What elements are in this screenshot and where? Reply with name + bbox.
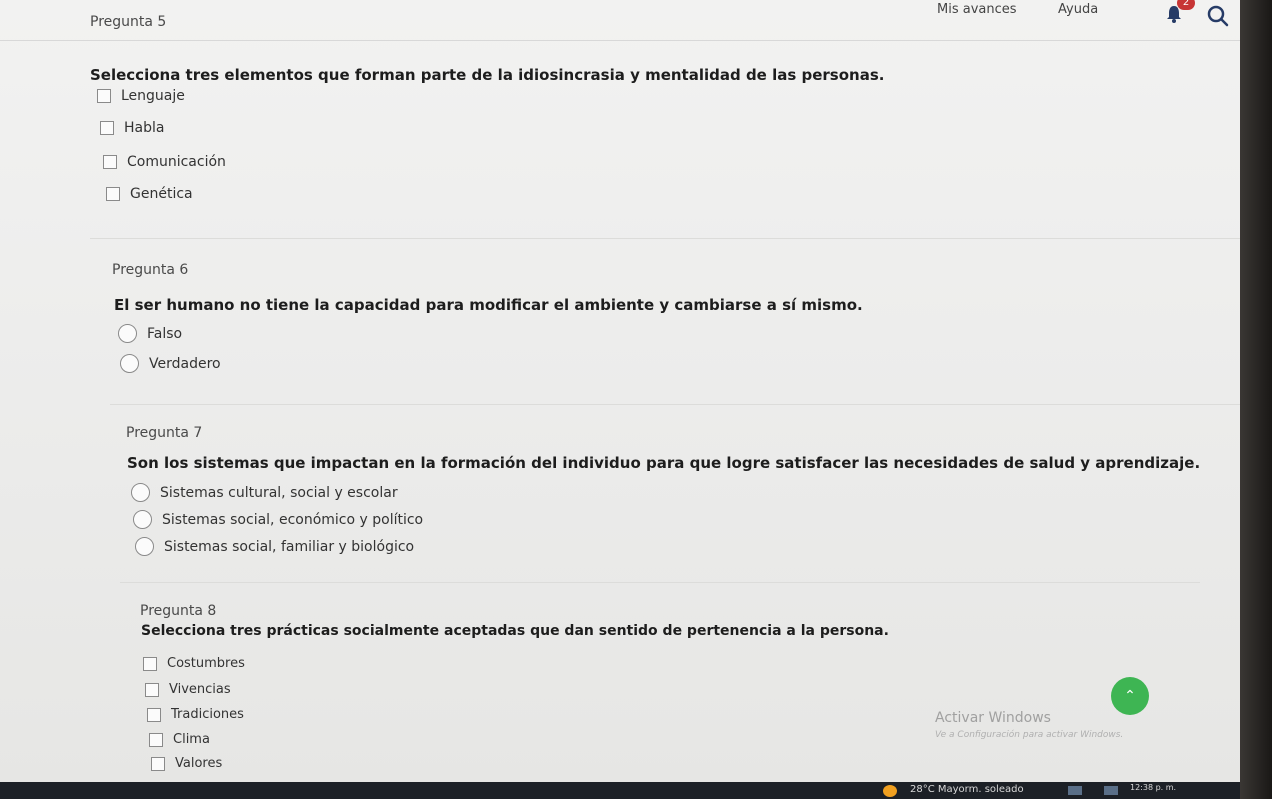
checkbox[interactable]	[143, 656, 157, 671]
question-8-option-4[interactable]: Clima	[149, 732, 210, 747]
question-5-option-2[interactable]: Habla	[100, 120, 164, 136]
option-label: Tradiciones	[171, 707, 244, 722]
checkbox[interactable]	[103, 155, 117, 169]
question-8-option-2[interactable]: Vivencias	[145, 682, 231, 697]
option-label: Clima	[173, 732, 210, 747]
option-label: Falso	[147, 325, 183, 342]
monitor-icon[interactable]	[1104, 786, 1118, 795]
question-8-number: Pregunta 8	[140, 603, 217, 619]
question-8-option-3[interactable]: Tradiciones	[147, 707, 244, 722]
divider	[90, 238, 1250, 239]
question-5-option-1[interactable]: Lenguaje	[97, 88, 185, 104]
activate-windows-title: Activar Windows	[935, 710, 1051, 726]
weather-text[interactable]: 28°C Mayorm. soleado	[910, 784, 1024, 795]
search-icon[interactable]	[1206, 4, 1230, 28]
option-label: Vivencias	[169, 682, 231, 697]
taskbar: 28°C Mayorm. soleado 12:38 p. m.	[0, 782, 1240, 799]
checkbox[interactable]	[100, 121, 114, 135]
notification-badge: 2	[1177, 0, 1195, 10]
question-7-number: Pregunta 7	[126, 425, 203, 441]
my-progress-link[interactable]: Mis avances	[937, 2, 1017, 17]
checkbox[interactable]	[147, 707, 161, 722]
question-7-option-3[interactable]: Sistemas social, familiar y biológico	[135, 537, 414, 556]
clock[interactable]: 12:38 p. m.	[1130, 783, 1176, 792]
option-label: Costumbres	[167, 656, 245, 671]
option-label: Genética	[130, 186, 193, 202]
question-7-text: Son los sistemas que impactan en la form…	[127, 454, 1201, 472]
question-6-number: Pregunta 6	[112, 262, 189, 278]
question-8-option-5[interactable]: Valores	[151, 756, 222, 771]
option-label: Verdadero	[149, 355, 221, 372]
option-label: Sistemas cultural, social y escolar	[160, 484, 398, 501]
network-icon[interactable]	[1068, 786, 1082, 795]
question-6-option-1[interactable]: Falso	[118, 324, 182, 343]
option-label: Sistemas social, económico y político	[162, 511, 424, 528]
question-5-option-3[interactable]: Comunicación	[103, 154, 226, 170]
question-8-text: Selecciona tres prácticas socialmente ac…	[141, 623, 889, 639]
radio-button[interactable]	[131, 483, 150, 502]
option-label: Sistemas social, familiar y biológico	[164, 538, 415, 555]
question-5-option-4[interactable]: Genética	[106, 186, 193, 202]
question-5-text: Selecciona tres elementos que forman par…	[90, 66, 885, 84]
radio-button[interactable]	[118, 324, 137, 343]
divider	[120, 582, 1200, 583]
sun-icon	[883, 785, 897, 797]
checkbox[interactable]	[106, 187, 120, 201]
question-7-option-2[interactable]: Sistemas social, económico y político	[133, 510, 423, 529]
question-8-option-1[interactable]: Costumbres	[143, 656, 245, 671]
help-link[interactable]: Ayuda	[1058, 2, 1098, 17]
option-label: Comunicación	[127, 154, 226, 170]
checkbox[interactable]	[97, 89, 111, 103]
scroll-to-top-button[interactable]: ⌃	[1111, 677, 1149, 715]
question-6-option-2[interactable]: Verdadero	[120, 354, 221, 373]
top-navigation: Mis avances Ayuda 2	[0, 0, 1272, 41]
checkbox[interactable]	[145, 682, 159, 697]
question-6-text: El ser humano no tiene la capacidad para…	[114, 296, 863, 314]
quiz-page: Mis avances Ayuda 2 Pregunta 5 Seleccion…	[0, 0, 1272, 799]
radio-button[interactable]	[120, 354, 139, 373]
checkbox[interactable]	[149, 732, 163, 747]
chevron-up-icon: ⌃	[1124, 688, 1136, 704]
option-label: Lenguaje	[121, 88, 185, 104]
radio-button[interactable]	[135, 537, 154, 556]
screen-bezel	[1240, 0, 1272, 799]
radio-button[interactable]	[133, 510, 152, 529]
divider	[110, 404, 1250, 405]
question-5-number: Pregunta 5	[90, 14, 167, 30]
option-label: Valores	[175, 756, 223, 771]
option-label: Habla	[124, 120, 165, 136]
question-7-option-1[interactable]: Sistemas cultural, social y escolar	[131, 483, 398, 502]
activate-windows-subtitle: Ve a Configuración para activar Windows.	[935, 730, 1124, 740]
checkbox[interactable]	[151, 756, 165, 771]
